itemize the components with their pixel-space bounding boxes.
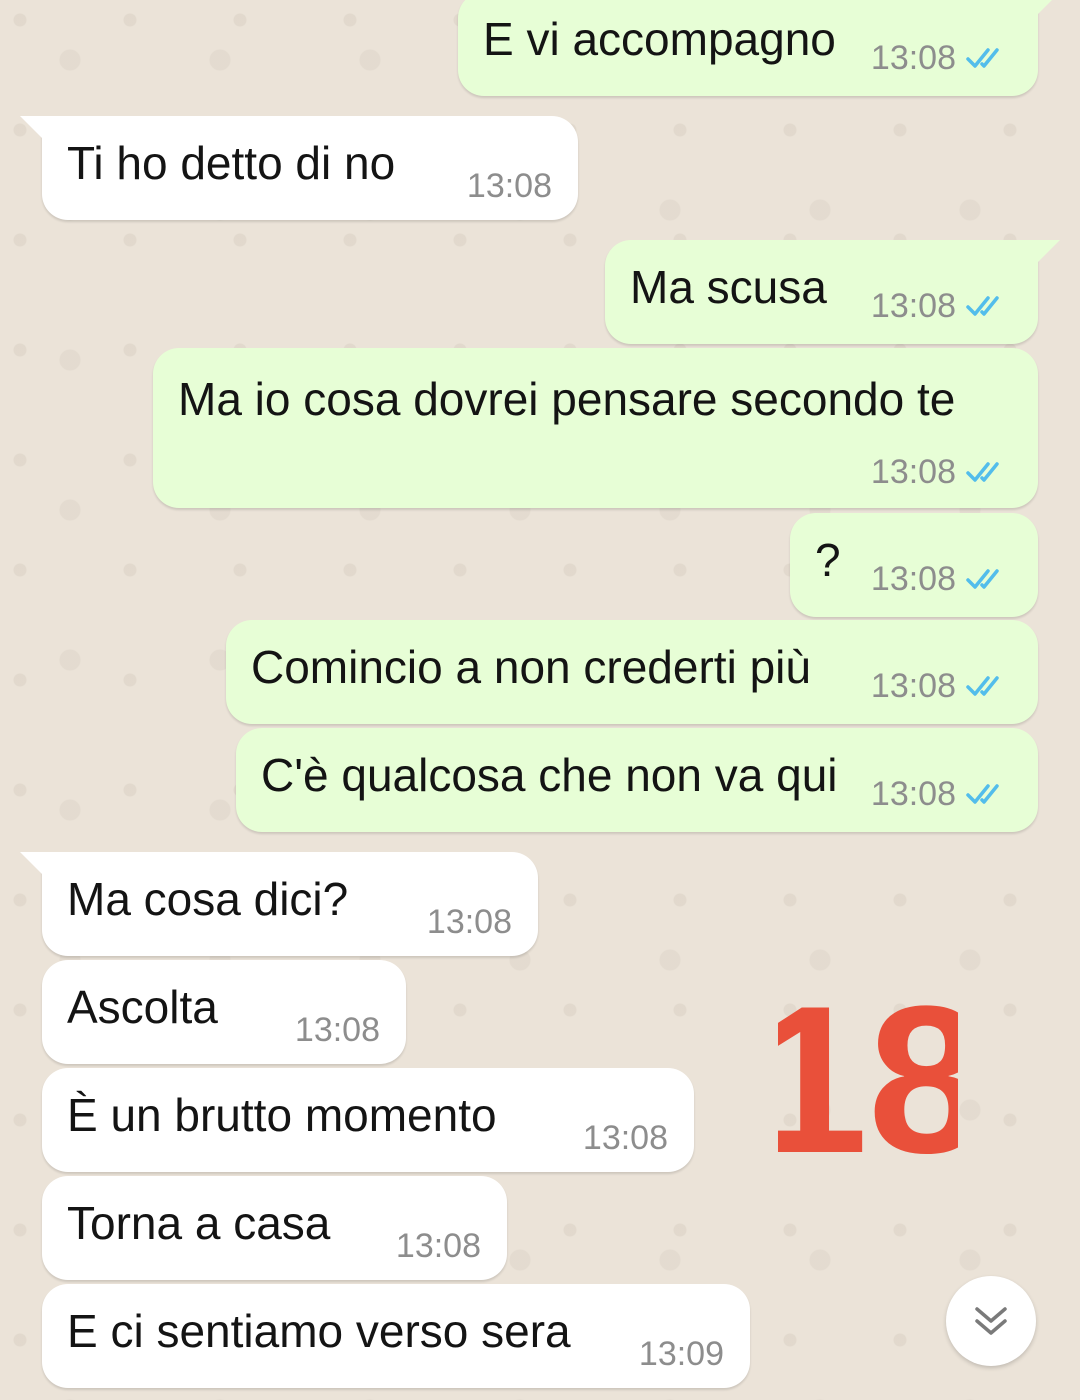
message-bubble-outgoing[interactable]: Ma scusa 13:08	[605, 240, 1060, 344]
scroll-down-button[interactable]	[946, 1276, 1036, 1366]
message-meta: 13:08	[396, 1228, 481, 1264]
message-text: ?	[815, 534, 841, 586]
message-time: 13:08	[582, 1119, 668, 1157]
message-text: C'è qualcosa che non va qui	[261, 749, 838, 801]
double-check-icon	[966, 784, 999, 804]
message-time: 13:08	[870, 39, 956, 77]
message-bubble-outgoing[interactable]: ? 13:08	[790, 513, 1038, 617]
message-meta: 13:09	[639, 1336, 724, 1372]
message-text: Torna a casa	[67, 1197, 331, 1249]
message-bubble-outgoing[interactable]: Comincio a non crederti più 13:08	[226, 620, 1038, 724]
double-check-icon	[966, 676, 999, 696]
chat-area[interactable]: E vi accompagno 13:08 Ti ho detto di no …	[0, 0, 1080, 1400]
message-bubble-incoming[interactable]: Ascolta 13:08	[42, 960, 406, 1064]
double-check-icon	[966, 462, 999, 482]
message-meta: 13:08	[871, 668, 1012, 704]
message-text: E vi accompagno	[483, 13, 836, 65]
message-time: 13:08	[870, 287, 956, 325]
message-meta: 13:08	[871, 288, 1012, 324]
message-meta: 13:08	[427, 904, 512, 940]
message-text: Ma io cosa dovrei pensare secondo te	[178, 373, 956, 425]
double-check-icon	[966, 296, 999, 316]
double-check-icon	[966, 48, 999, 68]
message-bubble-incoming[interactable]: È un brutto momento 13:08	[42, 1068, 694, 1172]
message-meta: 13:08	[583, 1120, 668, 1156]
message-time: 13:08	[294, 1011, 380, 1049]
message-bubble-outgoing[interactable]: Ma io cosa dovrei pensare secondo te 13:…	[153, 348, 1038, 508]
message-bubble-outgoing[interactable]: E vi accompagno 13:08	[458, 0, 1060, 96]
message-bubble-incoming[interactable]: E ci sentiamo verso sera 13:09	[42, 1284, 750, 1388]
message-time: 13:08	[870, 560, 956, 598]
overlay-number: 18	[778, 972, 958, 1172]
message-time: 13:08	[870, 775, 956, 813]
message-text: Ascolta	[67, 981, 218, 1033]
message-time: 13:08	[870, 453, 956, 491]
message-bubble-incoming[interactable]: Ma cosa dici? 13:08	[20, 852, 538, 956]
message-bubble-incoming[interactable]: Ti ho detto di no 13:08	[20, 116, 578, 220]
message-meta: 13:08	[871, 561, 1012, 597]
message-text: Comincio a non crederti più	[251, 641, 811, 693]
message-text: Ti ho detto di no	[67, 137, 396, 189]
message-time: 13:08	[466, 167, 552, 205]
message-meta: 13:08	[871, 454, 1012, 490]
message-text: E ci sentiamo verso sera	[67, 1305, 571, 1357]
message-bubble-incoming[interactable]: Torna a casa 13:08	[42, 1176, 507, 1280]
overlay-number-text: 18	[778, 972, 958, 1172]
message-text: Ma scusa	[630, 261, 827, 313]
message-time: 13:08	[426, 903, 512, 941]
chevron-double-down-icon	[975, 1307, 1007, 1335]
message-time: 13:08	[870, 667, 956, 705]
message-meta: 13:08	[467, 168, 552, 204]
message-bubble-outgoing[interactable]: C'è qualcosa che non va qui 13:08	[236, 728, 1038, 832]
message-meta: 13:08	[871, 776, 1012, 812]
message-meta: 13:08	[871, 40, 1012, 76]
message-meta: 13:08	[295, 1012, 380, 1048]
message-time: 13:09	[638, 1335, 724, 1373]
message-text: Ma cosa dici?	[67, 873, 349, 925]
message-time: 13:08	[395, 1227, 481, 1265]
message-text: È un brutto momento	[67, 1089, 497, 1141]
double-check-icon	[966, 569, 999, 589]
